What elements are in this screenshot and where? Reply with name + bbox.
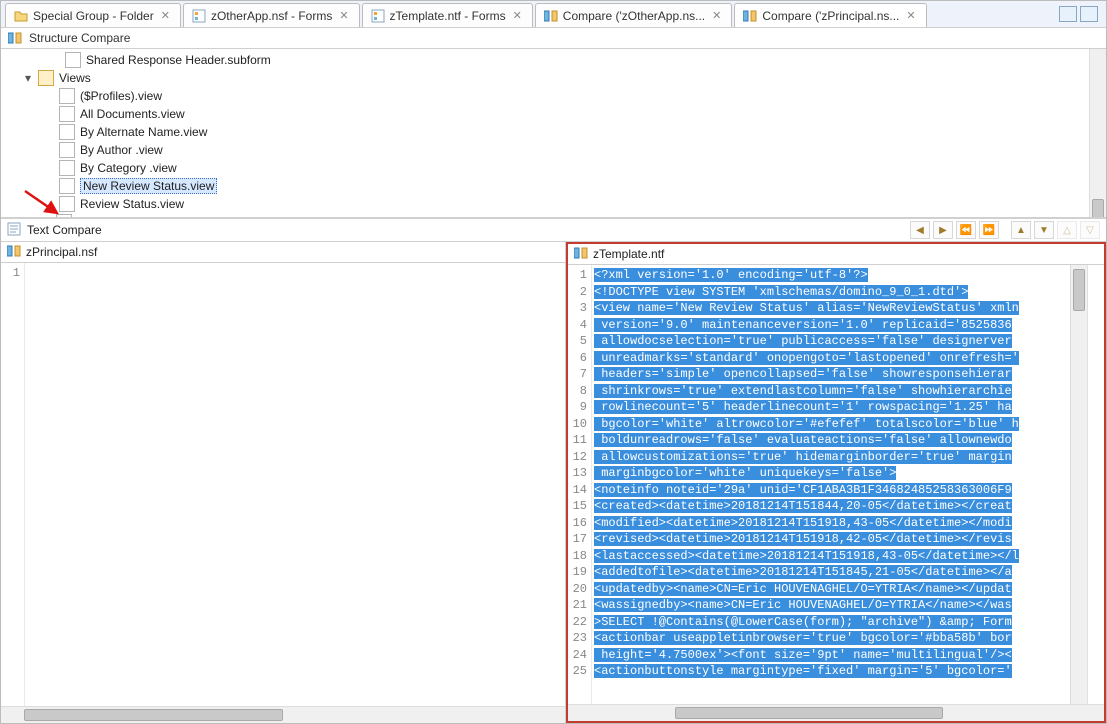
text-compare-title: Text Compare <box>27 223 102 237</box>
editor-tab[interactable]: Compare ('zPrincipal.ns... ✕ <box>734 3 926 27</box>
tabbar-tools <box>1059 1 1102 27</box>
app-window: Special Group - Folder✕zOtherApp.nsf - F… <box>0 0 1107 724</box>
copy-all-left-to-right-button[interactable]: ⏩ <box>979 221 999 239</box>
right-file-header: zTemplate.ntf <box>568 244 1104 265</box>
folder-icon <box>14 9 28 23</box>
file-icon <box>59 142 75 158</box>
copy-all-right-to-left-button[interactable]: ⏪ <box>956 221 976 239</box>
compare-icon <box>743 9 757 23</box>
tree-node-label: All Documents.view <box>80 107 185 121</box>
scrollbar-vertical[interactable] <box>1089 49 1106 217</box>
structure-tree: Shared Response Header.subform ▾ Views ($Pr… <box>1 49 1106 217</box>
editor-tabbar: Special Group - Folder✕zOtherApp.nsf - F… <box>1 1 1106 28</box>
db-icon <box>7 244 21 261</box>
scrollbar-vertical[interactable] <box>1070 265 1087 704</box>
text-compare-icon <box>7 222 21 239</box>
text-compare-right: zTemplate.ntf 1 2 3 4 5 6 7 8 9 10 11 12… <box>566 242 1106 723</box>
tree-node-label: plugin.xml <box>77 215 131 217</box>
editor-tab[interactable]: zTemplate.ntf - Forms ✕ <box>362 3 533 27</box>
tree-node-label: New Review Status.view <box>80 178 217 194</box>
right-code-area[interactable]: <?xml version='1.0' encoding='utf-8'?> <… <box>592 265 1087 704</box>
tree-node-label: Shared Response Header.subform <box>86 53 271 67</box>
tree-node[interactable]: Review Status.view <box>3 195 1102 213</box>
close-icon[interactable]: ✕ <box>511 9 524 22</box>
tree-node-label: By Alternate Name.view <box>80 125 207 139</box>
tab-label: zTemplate.ntf - Forms <box>390 9 506 23</box>
minimize-view-button[interactable] <box>1059 6 1077 22</box>
folder-icon <box>38 70 54 86</box>
file-icon <box>59 196 75 212</box>
tree-node-label: ($Profiles).view <box>80 89 162 103</box>
tree-node[interactable]: By Category .view <box>3 159 1102 177</box>
tree-node[interactable]: ($Profiles).view <box>3 87 1102 105</box>
close-icon[interactable]: ✕ <box>337 9 350 22</box>
tree-node[interactable]: ▾ Views <box>3 69 1102 87</box>
tree-node-label: By Author .view <box>80 143 163 157</box>
text-compare-toolbar: ◀ ▶ ⏪ ⏩ ▲ ▼ △ ▽ <box>910 221 1106 239</box>
compare-icon <box>544 9 558 23</box>
forms-icon <box>371 9 385 23</box>
tree-node-label: Views <box>59 71 91 85</box>
tab-label: Compare ('zOtherApp.ns... <box>563 9 705 23</box>
tree-node[interactable]: All Documents.view <box>3 105 1102 123</box>
twisty-icon[interactable]: ▾ <box>23 71 33 85</box>
tab-label: Compare ('zPrincipal.ns... <box>762 9 899 23</box>
close-icon[interactable]: ✕ <box>159 9 172 22</box>
text-compare-header: Text Compare ◀ ▶ ⏪ ⏩ ▲ ▼ △ ▽ <box>1 219 1106 242</box>
editor-tab[interactable]: Compare ('zOtherApp.ns... ✕ <box>535 3 733 27</box>
copy-left-to-right-button[interactable]: ▶ <box>933 221 953 239</box>
prev-change-button[interactable]: ▽ <box>1080 221 1100 239</box>
structure-compare-pane: Structure Compare Shared Response Header… <box>1 28 1106 219</box>
scrollbar-horizontal[interactable] <box>568 704 1104 721</box>
prev-diff-button[interactable]: ▼ <box>1034 221 1054 239</box>
tree-node[interactable]: By Author .view <box>3 141 1102 159</box>
close-icon[interactable]: ✕ <box>710 9 723 22</box>
next-change-button[interactable]: △ <box>1057 221 1077 239</box>
file-icon <box>59 88 75 104</box>
structure-compare-title-bar: Structure Compare <box>1 28 1106 49</box>
change-overview-ruler[interactable] <box>1087 265 1104 704</box>
db-icon <box>574 246 588 263</box>
tab-label: zOtherApp.nsf - Forms <box>211 9 332 23</box>
left-file-name: zPrincipal.nsf <box>26 245 97 259</box>
next-diff-button[interactable]: ▲ <box>1011 221 1031 239</box>
copy-right-to-left-button[interactable]: ◀ <box>910 221 930 239</box>
compare-icon <box>7 30 23 46</box>
close-icon[interactable]: ✕ <box>904 9 917 22</box>
tree-node[interactable]: New Review Status.view <box>3 177 1102 195</box>
file-icon <box>65 52 81 68</box>
tree-node-label: Review Status.view <box>80 197 184 211</box>
text-compare-left: zPrincipal.nsf 1 <box>1 242 566 723</box>
file-icon <box>59 106 75 122</box>
tree-node[interactable]: Shared Response Header.subform <box>3 51 1102 69</box>
left-gutter: 1 <box>1 263 25 706</box>
tab-label: Special Group - Folder <box>33 9 154 23</box>
text-compare-split: zPrincipal.nsf 1 zTemplate.ntf 1 2 3 4 <box>1 242 1106 723</box>
right-code-wrap: 1 2 3 4 5 6 7 8 9 10 11 12 13 14 15 16 1… <box>568 265 1104 704</box>
structure-compare-title: Structure Compare <box>29 31 130 45</box>
forms-icon <box>192 9 206 23</box>
twisty-icon[interactable]: ▸ <box>41 215 51 217</box>
left-code-area[interactable] <box>25 263 565 706</box>
tree-node[interactable]: By Alternate Name.view <box>3 123 1102 141</box>
file-icon <box>59 124 75 140</box>
editor-tab[interactable]: zOtherApp.nsf - Forms ✕ <box>183 3 360 27</box>
structure-tree-scroll[interactable]: Shared Response Header.subform ▾ Views ($Pr… <box>1 49 1106 217</box>
right-gutter: 1 2 3 4 5 6 7 8 9 10 11 12 13 14 15 16 1… <box>568 265 592 704</box>
tree-node-label: By Category .view <box>80 161 177 175</box>
text-compare-pane: Text Compare ◀ ▶ ⏪ ⏩ ▲ ▼ △ ▽ <box>1 219 1106 723</box>
file-icon <box>56 214 72 217</box>
file-icon <box>59 160 75 176</box>
left-code-wrap: 1 <box>1 263 565 706</box>
editor-tab[interactable]: Special Group - Folder ✕ <box>5 3 181 27</box>
scrollbar-horizontal[interactable] <box>1 706 565 723</box>
maximize-view-button[interactable] <box>1080 6 1098 22</box>
right-file-name: zTemplate.ntf <box>593 247 664 261</box>
file-icon <box>59 178 75 194</box>
left-file-header: zPrincipal.nsf <box>1 242 565 263</box>
tree-node[interactable]: ▸ plugin.xml <box>3 213 1102 217</box>
